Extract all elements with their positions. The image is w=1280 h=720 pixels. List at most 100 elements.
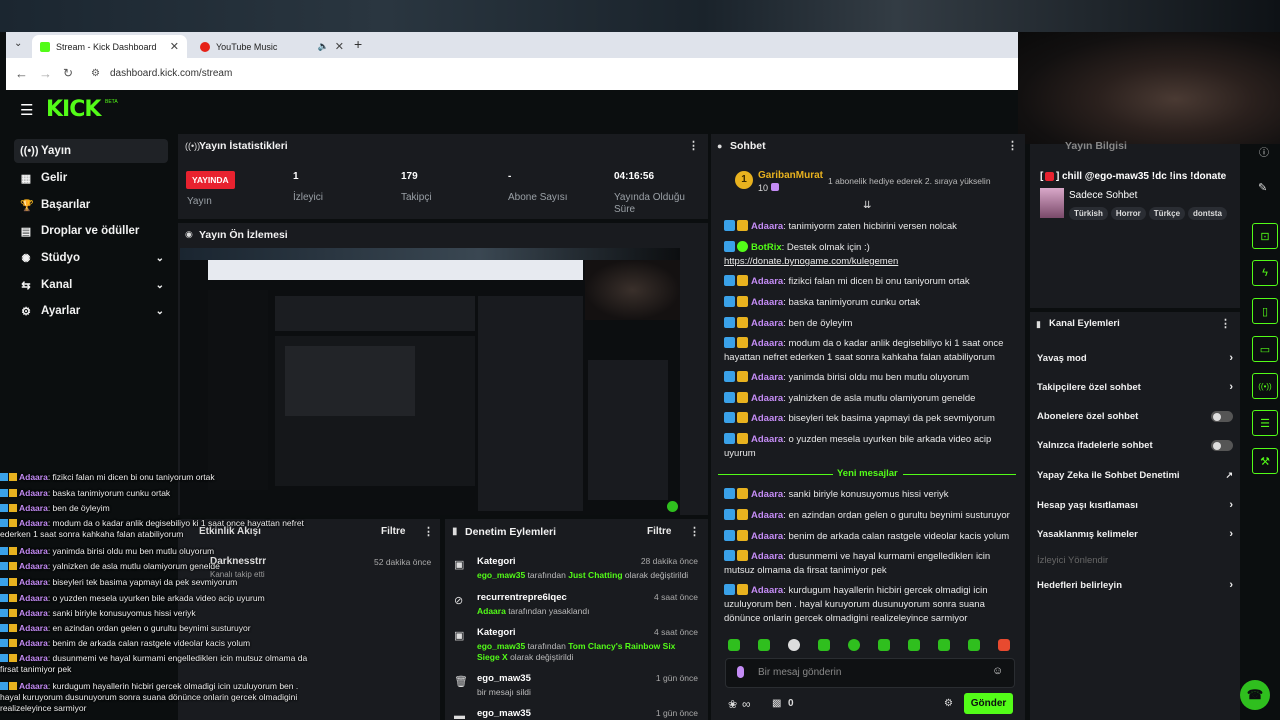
points-icon[interactable]: ❀ (728, 698, 737, 711)
action-set-goals[interactable]: Hedefleri belirleyin › (1037, 579, 1233, 591)
chat-username[interactable]: Adaara (751, 531, 783, 542)
sidebar-item-droplar[interactable]: ▤ Droplar ve ödüller (14, 219, 168, 243)
tab-kick-dashboard[interactable]: Stream - Kick Dashboard ✕ (32, 35, 187, 58)
mod-item-text: tarafından (525, 570, 569, 580)
info-icon[interactable]: ⓘ (1259, 144, 1269, 159)
moderation-item: ▣ Kategori 4 saat önce ego_maw35 tarafın… (452, 627, 698, 667)
sidebar-item-ayarlar[interactable]: ⚙ Ayarlar ⌄ (14, 299, 168, 323)
chat-username[interactable]: Adaara (751, 297, 783, 308)
emotes-only-toggle[interactable] (1211, 440, 1233, 451)
chat-username[interactable]: Adaara (751, 318, 783, 329)
action-banned-words[interactable]: Yasaklanmış kelimeler › (1037, 528, 1233, 540)
tag-pill[interactable]: Türkçe (1148, 207, 1186, 220)
close-tab-icon[interactable]: ✕ (170, 40, 179, 53)
reload-icon[interactable]: ↻ (63, 66, 73, 80)
mod-item-text: olarak değiştirildi (507, 652, 574, 662)
action-ai-moderation[interactable]: Yapay Zeka ile Sohbet Denetimi ↗ (1037, 470, 1233, 481)
emote-icon[interactable] (848, 639, 860, 651)
sidebar-item-studyo[interactable]: ✺ Stüdyo ⌄ (14, 246, 168, 270)
sidebar-item-gelir[interactable]: ▦ Gelir (14, 166, 168, 190)
rail-list-icon[interactable]: ☰ (1252, 410, 1278, 436)
emote-icon[interactable] (728, 639, 740, 651)
tab-youtube-music[interactable]: YouTube Music 🔈 ✕ (192, 35, 352, 58)
scroll-down-icon[interactable]: ⇊ (863, 200, 871, 211)
back-icon[interactable]: ← (15, 66, 28, 81)
chat-username[interactable]: Adaara (751, 276, 783, 287)
hamburger-menu-icon[interactable]: ☰ (20, 101, 33, 119)
chat-username[interactable]: Adaara (751, 489, 783, 500)
emote-icon[interactable] (998, 639, 1010, 651)
moderation-filter-button[interactable]: Filtre (647, 526, 671, 537)
action-account-age[interactable]: Hesap yaşı kısıtlaması › (1037, 499, 1233, 511)
chat-username[interactable]: Adaara (751, 551, 783, 562)
sidebar-item-yayin[interactable]: ((•)) Yayın (14, 139, 168, 163)
chat-text: : Destek olmak için :) (781, 242, 870, 253)
emote-icon[interactable] (878, 639, 890, 651)
activity-menu-icon[interactable]: ⋮ (423, 525, 434, 538)
forward-icon[interactable]: → (39, 66, 52, 81)
tag-pill[interactable]: Türkish (1069, 207, 1108, 220)
action-followers-only[interactable]: Takipçilere özel sohbet › (1037, 381, 1233, 393)
emote-icon[interactable] (938, 639, 950, 651)
speaker-icon[interactable]: 🔈 (318, 41, 329, 52)
tag-pill[interactable]: dontsta (1188, 207, 1227, 220)
action-slow-mode[interactable]: Yavaş mod › (1037, 352, 1233, 364)
mod-item-text: bir mesajı sildi (477, 687, 531, 697)
microphone-icon[interactable] (737, 666, 744, 678)
support-chat-icon[interactable]: ☎ (1240, 680, 1270, 710)
revenue-icon: ▦ (20, 172, 32, 185)
kick-logo[interactable]: KICK (46, 97, 101, 122)
chat-settings-icon[interactable]: ⚙ (944, 698, 953, 709)
stats-menu-icon[interactable]: ⋮ (688, 139, 699, 152)
moderation-menu-icon[interactable]: ⋮ (689, 525, 700, 538)
rail-document-icon[interactable]: ▯ (1252, 298, 1278, 324)
gift-box-icon[interactable]: ▩ (772, 698, 781, 709)
emote-icon[interactable] (788, 639, 800, 651)
emoji-icon[interactable]: ☺ (992, 665, 1003, 677)
chat-input-placeholder[interactable]: Bir mesaj gönderin (758, 667, 841, 678)
channel-icon: ⇆ (21, 279, 31, 292)
tab-list-chevron-icon[interactable]: ⌄ (14, 38, 22, 49)
stream-category[interactable]: Sadece Sohbet (1069, 190, 1137, 201)
emote-icon[interactable] (908, 639, 920, 651)
chat-link[interactable]: https://donate.bynogame.com/kulegemen (724, 256, 898, 267)
mod-item-user[interactable]: ego_maw35 (477, 570, 525, 580)
chat-username[interactable]: BotRix (751, 242, 782, 253)
rail-broadcast-icon[interactable]: ((•)) (1252, 373, 1278, 399)
edit-icon[interactable]: ✎ (1258, 181, 1267, 194)
chat-username[interactable]: Adaara (751, 221, 783, 232)
emote-icon[interactable] (818, 639, 830, 651)
emote-icon[interactable] (758, 639, 770, 651)
chat-username[interactable]: Adaara (751, 434, 783, 445)
send-button[interactable]: Gönder (964, 693, 1013, 714)
chat-username[interactable]: Adaara (751, 585, 783, 596)
chat-username[interactable]: Adaara (751, 393, 783, 404)
mod-item-user[interactable]: Adaara (477, 606, 506, 616)
chevron-down-icon: ⌄ (155, 305, 164, 317)
chat-username[interactable]: Adaara (751, 413, 783, 424)
rail-camera-icon[interactable]: ⊡ (1252, 223, 1278, 249)
rail-bolt-icon[interactable]: ϟ (1252, 260, 1278, 286)
chat-username[interactable]: Adaara (751, 372, 783, 383)
rail-chat-icon[interactable]: ▭ (1252, 336, 1278, 362)
chat-text: : baska tanimiyorum cunku ortak (783, 297, 920, 308)
new-tab-button[interactable]: + (354, 36, 362, 52)
site-info-icon[interactable]: ⚙ (91, 68, 100, 79)
chevron-right-icon: › (1229, 528, 1233, 540)
activity-filter-button[interactable]: Filtre (381, 526, 405, 537)
channel-actions-menu-icon[interactable]: ⋮ (1220, 317, 1231, 330)
subscribers-only-toggle[interactable] (1211, 411, 1233, 422)
chat-menu-icon[interactable]: ⋮ (1007, 139, 1018, 152)
mod-item-user[interactable]: ego_maw35 (477, 641, 525, 651)
rail-wrench-icon[interactable]: ⚒ (1252, 448, 1278, 474)
chat-username[interactable]: Adaara (751, 510, 783, 521)
sidebar-item-kanal[interactable]: ⇆ Kanal ⌄ (14, 273, 168, 297)
address-input[interactable]: dashboard.kick.com/stream (110, 68, 232, 79)
leaderboard-user[interactable]: GaribanMurat (758, 170, 823, 181)
sidebar-item-basarilar[interactable]: 🏆 Başarılar (14, 193, 168, 217)
tag-pill[interactable]: Horror (1110, 207, 1146, 220)
chat-username[interactable]: Adaara (751, 338, 783, 349)
emote-icon[interactable] (968, 639, 980, 651)
chat-input-box[interactable]: Bir mesaj gönderin ☺ (725, 658, 1015, 688)
close-tab-icon[interactable]: ✕ (335, 40, 344, 53)
